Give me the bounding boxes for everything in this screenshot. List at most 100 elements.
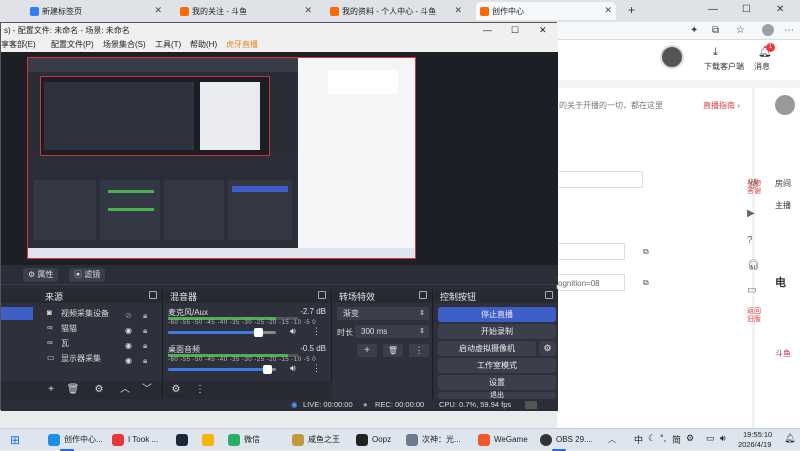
preview-canvas[interactable] [27, 57, 416, 259]
avatar[interactable] [762, 24, 774, 36]
gear-icon[interactable]: ⚙ [91, 383, 107, 397]
help-icon[interactable]: ? [747, 235, 753, 246]
advanced-audio-icon[interactable]: ⚙ [168, 383, 184, 397]
properties-button[interactable]: ⚙ 属性 [23, 268, 59, 282]
monitor-icon[interactable]: ▭ [747, 285, 756, 296]
taskbar-item[interactable]: Oopz [354, 432, 391, 448]
favorites-icon[interactable]: ☆ [736, 25, 745, 36]
extensions-icon[interactable]: ✦ [690, 25, 698, 36]
split-view-icon[interactable]: ⧉ [712, 25, 719, 36]
tab-creator-center[interactable]: 创作中心 ✕ [476, 2, 616, 20]
clock-time[interactable]: 19:55:10 [743, 430, 772, 439]
settings-button[interactable]: 设置 [438, 375, 556, 390]
ime-mode[interactable]: 简 [672, 433, 681, 446]
more-options-icon[interactable]: ⋮ [192, 383, 208, 397]
more-icon[interactable]: ⋯ [784, 25, 794, 36]
more-options-icon[interactable]: ⋮ [312, 326, 321, 337]
source-item[interactable]: ◙ 视频采集设备 ⊘ 🔒︎ [1, 307, 163, 322]
start-recording-button[interactable]: 开始录制 [438, 324, 556, 339]
source-item[interactable]: ∞ 猫猫 ◉ 🔒︎ [1, 322, 163, 337]
windows-start-icon[interactable]: ⊞ [10, 433, 20, 447]
sidebar-item-douyu[interactable]: 斗鱼 [775, 348, 791, 359]
tab-follow[interactable]: 我的关注 - 斗鱼 ✕ [176, 2, 316, 20]
live-guide-link[interactable]: 直播指南 › [703, 100, 740, 111]
stream-key-field[interactable]: ognition=08 [557, 274, 625, 291]
taskbar-item[interactable]: 微信 [226, 432, 260, 448]
speaker-icon[interactable]: 🔊︎ [290, 326, 296, 337]
copy-icon[interactable]: ⧉ [643, 278, 649, 288]
volume-icon[interactable]: 🔊︎ [720, 433, 726, 444]
download-icon[interactable]: ⤓ [713, 46, 718, 59]
menu-help[interactable]: 帮助(H) [190, 38, 217, 52]
avatar[interactable] [660, 45, 684, 69]
lock-icon[interactable]: 🔒︎ [143, 339, 147, 352]
lock-icon[interactable]: 🔒︎ [143, 324, 147, 337]
more-options-icon[interactable]: ⋮ [409, 344, 429, 357]
more-options-icon[interactable]: ⋮ [312, 363, 321, 374]
dock-float-icon[interactable] [149, 291, 157, 299]
messages-link[interactable]: 消息 [754, 61, 770, 72]
close-icon[interactable]: ✕ [454, 5, 462, 16]
taskbar-item[interactable]: 咸鱼之王 [290, 432, 340, 448]
taskbar-item[interactable]: 次神：光... [404, 432, 461, 448]
source-item[interactable]: ∞ 瓦 ◉ 🔒︎ [1, 337, 163, 352]
taskbar-item[interactable]: 创作中心... [46, 432, 103, 451]
back-old-version-link[interactable]: 返回 旧版 [747, 308, 767, 324]
filters-button[interactable]: ▣ 滤镜 [69, 268, 106, 282]
eye-icon[interactable]: ◉ [125, 324, 132, 337]
duration-input[interactable]: 300 ms ⇕ [355, 325, 429, 338]
gift-thanks-label[interactable]: 礼物 答谢 [747, 180, 765, 196]
menu-huya-live[interactable]: 虎牙直播 [226, 38, 258, 52]
dock-float-icon[interactable] [545, 291, 553, 299]
video-icon[interactable]: ▶ [747, 208, 755, 219]
input-language[interactable]: 中 [634, 433, 643, 446]
sidebar-item-room[interactable]: 房间 [775, 178, 791, 189]
trash-icon[interactable]: 🗑︎ [65, 383, 81, 397]
close-icon[interactable]: ✕ [539, 23, 547, 38]
studio-mode-button[interactable]: 工作室模式 [438, 358, 556, 373]
copy-icon[interactable]: ⧉ [643, 247, 649, 257]
updown-icon[interactable]: ⇕ [419, 325, 425, 338]
volume-slider[interactable] [168, 365, 276, 374]
notifications-icon[interactable]: 🔔︎ [784, 433, 795, 444]
gear-icon[interactable]: ⚙ [539, 341, 556, 356]
headset-icon[interactable]: 🎧︎ [747, 260, 760, 271]
taskbar-item[interactable] [200, 432, 222, 448]
maximize-icon[interactable]: ☐ [511, 23, 519, 38]
minimize-icon[interactable]: — [483, 23, 492, 38]
moon-icon[interactable]: ☾ [648, 433, 656, 444]
taskbar-item[interactable] [174, 432, 196, 448]
add-source-button[interactable]: + [43, 383, 59, 397]
download-client-link[interactable]: 下载客户端 [704, 61, 744, 72]
new-tab-button[interactable]: + [628, 3, 635, 17]
move-up-icon[interactable]: ︿ [117, 383, 133, 397]
dock-float-icon[interactable] [318, 291, 326, 299]
eye-icon[interactable]: ◉ [125, 339, 132, 352]
form-field[interactable] [557, 243, 625, 260]
menu-profile[interactable]: 配置文件(P) [51, 38, 94, 52]
stop-streaming-button[interactable]: 停止直播 [438, 307, 556, 322]
eye-icon[interactable]: ◉ [125, 354, 132, 367]
start-virtual-camera-button[interactable]: 启动虚拟摄像机 [438, 341, 536, 356]
menu-scene-collection[interactable]: 场景集合(S) [103, 38, 146, 52]
clock-date[interactable]: 2026/4/19 [738, 440, 771, 449]
menu-tools[interactable]: 工具(T) [155, 38, 181, 52]
source-item[interactable]: ▭ 显示器采集 ◉ 🔒︎ [1, 352, 163, 367]
dock-float-icon[interactable] [419, 291, 427, 299]
slider-knob[interactable] [254, 328, 263, 337]
tab-new-tab[interactable]: 新建标签页 ✕ [26, 2, 166, 20]
hidden-eye-icon[interactable]: ⊘ [125, 309, 132, 322]
tray-expand-icon[interactable]: ︿ [608, 434, 616, 445]
transition-select[interactable]: 渐变 ⇕ [337, 307, 429, 320]
menu-edit[interactable]: 享客部(E) [1, 38, 36, 52]
slider-knob[interactable] [263, 365, 272, 374]
taskbar-item[interactable]: OBS 29.... [538, 432, 593, 451]
punctuation-icon[interactable]: °, [660, 433, 666, 443]
close-icon[interactable]: ✕ [604, 5, 612, 16]
settings-icon[interactable]: ⚙ [686, 433, 694, 444]
taskbar-item[interactable]: WeGame [476, 432, 528, 448]
minimize-icon[interactable]: — [708, 4, 718, 15]
lock-icon[interactable]: 🔒︎ [143, 309, 147, 322]
close-icon[interactable]: ✕ [304, 5, 312, 16]
network-icon[interactable]: ▭ [706, 433, 715, 444]
